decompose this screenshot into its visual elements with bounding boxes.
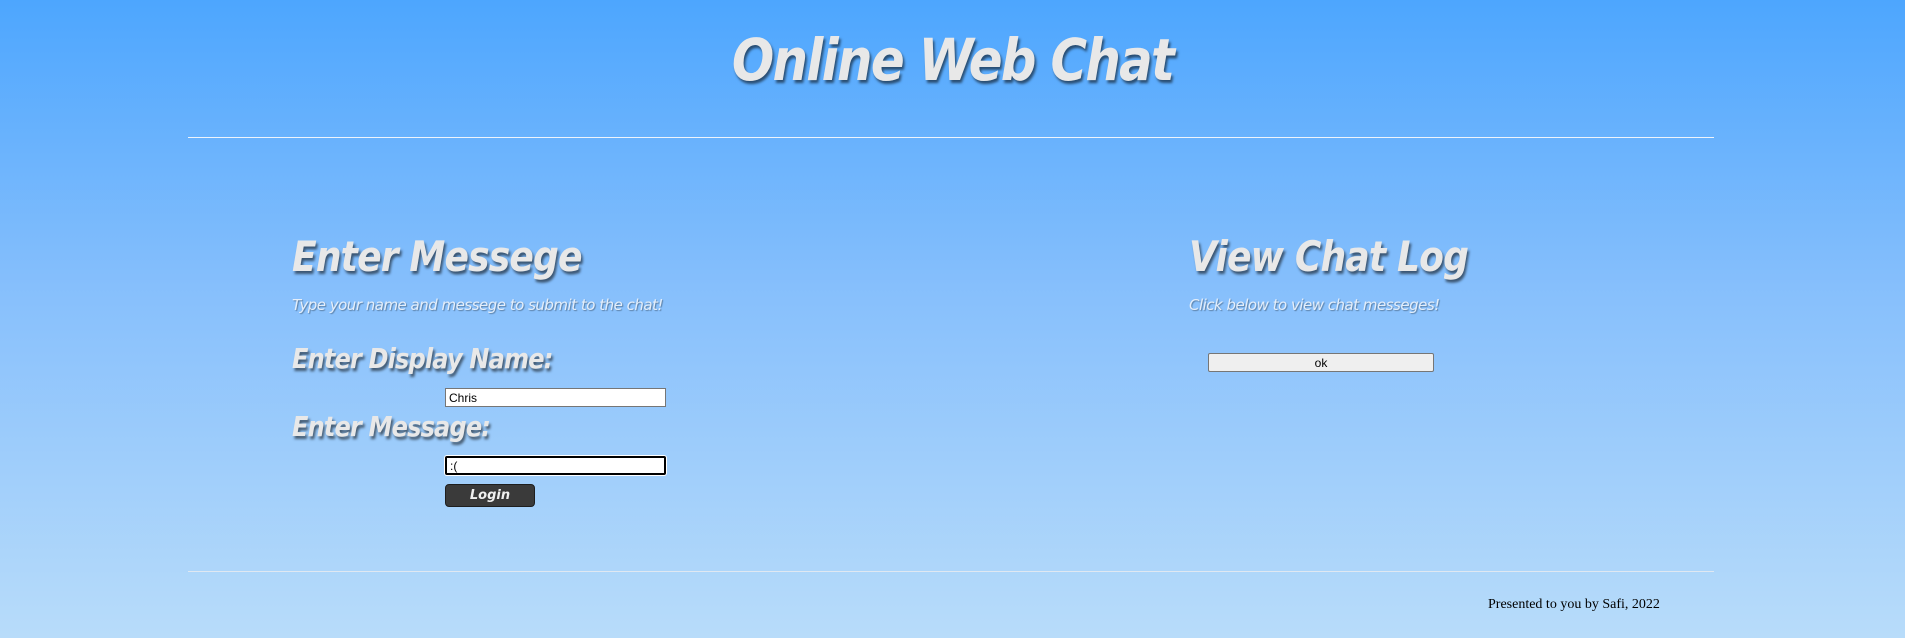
chat-log-section: View Chat Log Click below to view chat m… (1189, 232, 1689, 372)
display-name-label: Enter Display Name: (292, 342, 553, 375)
display-name-input[interactable] (445, 388, 666, 407)
message-section-heading: Enter Messege (292, 232, 583, 281)
chat-log-subtitle: Click below to view chat messeges! (1189, 296, 1440, 314)
message-label: Enter Message: (292, 410, 491, 443)
view-log-ok-button[interactable]: ok (1208, 353, 1434, 372)
footer-credit: Presented to you by Safi, 2022 (1488, 597, 1660, 612)
message-section-subtitle: Type your name and messege to submit to … (292, 296, 663, 314)
site-title: Online Web Chat (731, 26, 1175, 94)
message-input[interactable] (445, 456, 666, 475)
footer-divider (188, 571, 1714, 572)
login-button[interactable]: Login (445, 484, 535, 507)
chat-log-heading: View Chat Log (1189, 232, 1469, 281)
message-section: Enter Messege Type your name and messege… (292, 232, 892, 507)
header-divider (188, 137, 1714, 138)
